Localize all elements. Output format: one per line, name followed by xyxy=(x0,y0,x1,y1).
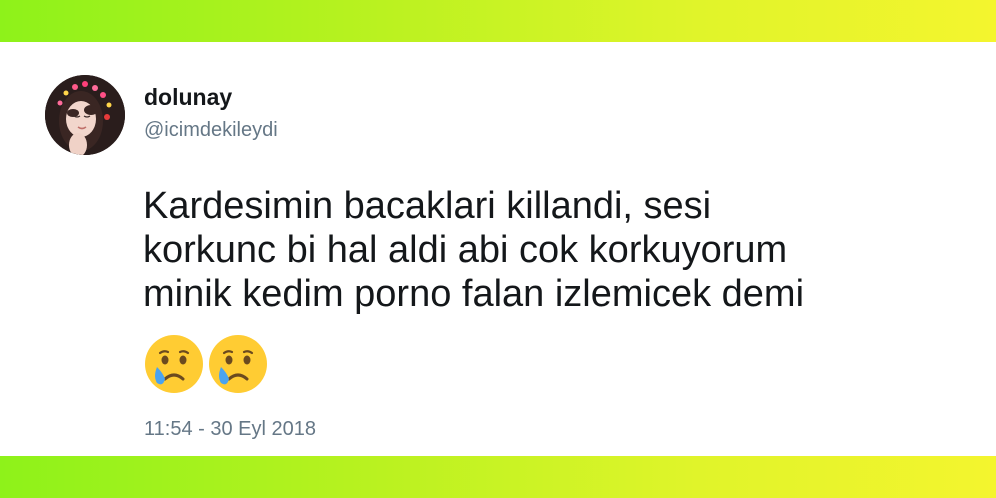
tweet-line: minik kedim porno falan izlemicek demi xyxy=(143,273,805,315)
tweet-emojis xyxy=(143,333,269,395)
user-name[interactable]: dolunay xyxy=(144,84,232,111)
top-banner xyxy=(0,0,996,42)
crying-face-icon xyxy=(145,335,203,393)
user-handle[interactable]: @icimdekileydi xyxy=(144,119,278,142)
tweet-line: Kardesimin bacaklari killandi, sesi xyxy=(143,185,712,227)
tweet-card: dolunay @icimdekileydi Kardesimin bacakl… xyxy=(0,0,996,498)
tweet-text: Kardesimin bacaklari killandi, sesi kork… xyxy=(143,184,963,316)
avatar[interactable] xyxy=(45,75,125,155)
avatar-photo-icon xyxy=(45,75,125,155)
crying-face-icon xyxy=(209,335,267,393)
tweet-line: korkunc bi hal aldi abi cok korkuyorum xyxy=(143,229,788,271)
tweet-timestamp[interactable]: 11:54 - 30 Eyl 2018 xyxy=(144,418,316,441)
bottom-banner xyxy=(0,456,996,498)
